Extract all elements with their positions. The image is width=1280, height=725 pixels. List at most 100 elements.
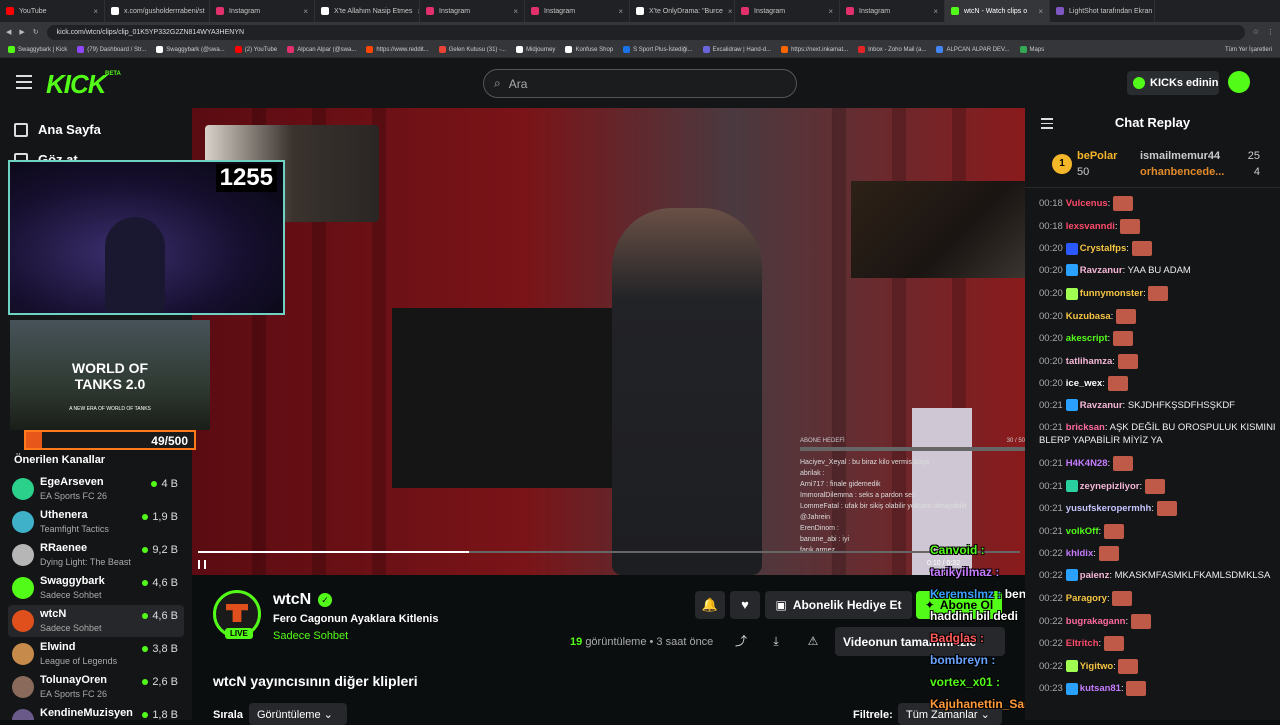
bookmark-item[interactable]: (2) YouTube [235, 46, 277, 53]
leaderboard-first-name[interactable]: bePolar [1077, 150, 1117, 162]
close-tab-icon[interactable]: × [93, 7, 98, 16]
forward-icon[interactable]: ▶ [19, 28, 24, 36]
browser-tab[interactable]: x.com/gusholderrrabeni/st× [105, 0, 210, 22]
search-input[interactable]: ⌕ Ara [483, 69, 797, 98]
browser-tab[interactable]: X'te Allahım Nasip Etmes× [315, 0, 420, 22]
extensions-icon[interactable]: ⋮ [1267, 28, 1274, 36]
pause-icon[interactable] [198, 560, 206, 569]
chat-username[interactable]: bugrakagann [1066, 616, 1126, 627]
chat-username[interactable]: Vulcenus [1066, 198, 1108, 209]
close-tab-icon[interactable]: × [303, 7, 308, 16]
chat-username[interactable]: ice_wex [1066, 378, 1102, 389]
bookmark-item[interactable]: Gelen Kutusu (31) -... [439, 46, 506, 53]
recommended-channel[interactable]: RRaeneeDying Light: The Beast9,2 B [8, 539, 184, 571]
game-advert: WORLD OF TANKS 2.0 A NEW ERA OF WORLD OF… [10, 320, 210, 430]
back-icon[interactable]: ◀ [6, 28, 11, 36]
close-tab-icon[interactable]: × [828, 7, 833, 16]
kick-logo[interactable]: KICK [46, 69, 106, 100]
download-icon[interactable]: ⤓ [768, 633, 784, 649]
close-tab-icon[interactable]: × [728, 7, 733, 16]
browser-tab[interactable]: Instagram× [840, 0, 945, 22]
browser-tab[interactable]: Instagram× [210, 0, 315, 22]
get-kicks-button[interactable]: KICKs edinin [1127, 71, 1219, 95]
sort-select[interactable]: Görüntüleme ⌄ [249, 703, 347, 725]
star-icon[interactable]: ☆ [1253, 28, 1259, 36]
chat-username[interactable]: volkOff [1066, 526, 1099, 537]
emote-icon [1116, 309, 1136, 324]
url-field[interactable]: kick.com/wtcn/clips/clip_01K5YP332G2ZN81… [47, 25, 1245, 40]
chat-username[interactable]: H4K4N28 [1066, 458, 1108, 469]
bookmark-item[interactable]: Alpcan Alpar (@swa... [287, 46, 356, 53]
address-bar: ◀ ▶ ↻ kick.com/wtcn/clips/clip_01K5YP332… [0, 22, 1280, 42]
close-tab-icon[interactable]: × [1038, 7, 1043, 16]
user-badge-icon [1066, 480, 1078, 492]
browser-tab[interactable]: wtcN - Watch clips o× [945, 0, 1050, 22]
bookmark-item[interactable]: Midjourney [516, 46, 555, 53]
bookmark-item[interactable]: S Sport Plus-İstediği... [623, 46, 692, 53]
bookmark-item[interactable]: (79) Dashboard / Str... [77, 46, 146, 53]
close-tab-icon[interactable]: × [513, 7, 518, 16]
leaderboard-third-name[interactable]: orhanbencede... [1140, 166, 1224, 178]
chat-username[interactable]: Paragory [1066, 593, 1107, 604]
chat-username[interactable]: Yigitwo [1080, 661, 1113, 672]
recommended-channel[interactable]: SwaggybarkSadece Sohbet4,6 B [8, 572, 184, 604]
user-avatar[interactable] [1228, 71, 1250, 93]
recommended-channel[interactable]: UtheneraTeamfight Tactics1,9 B [8, 506, 184, 538]
browser-tab[interactable]: LightShot tarafından Ekran× [1050, 0, 1155, 22]
browser-tab[interactable]: Instagram× [420, 0, 525, 22]
bookmark-item[interactable]: Swaggybark | Kick [8, 46, 67, 53]
notification-bell-button[interactable]: 🔔 [695, 591, 725, 619]
reload-icon[interactable]: ↻ [33, 28, 39, 36]
chat-username[interactable]: tatlihamza [1066, 356, 1112, 367]
chat-username[interactable]: paienz [1080, 570, 1110, 581]
channel-name[interactable]: wtcN [273, 591, 311, 609]
chat-username[interactable]: Kuzubasa [1066, 311, 1111, 322]
bookmark-item[interactable]: Maps [1020, 46, 1045, 53]
chat-username[interactable]: akescript [1066, 333, 1108, 344]
follow-button[interactable]: ♥ [730, 591, 760, 619]
chat-username[interactable]: bricksan [1066, 422, 1105, 433]
video-scrubber[interactable] [198, 551, 1020, 553]
recommended-channel[interactable]: wtcNSadece Sohbet4,6 B [8, 605, 184, 637]
report-icon[interactable]: ⚠ [805, 633, 821, 649]
recommended-channel[interactable]: TolunayOrenEA Sports FC 262,6 B [8, 671, 184, 703]
bookmark-item[interactable]: Excalidraw | Hand-d... [703, 46, 772, 53]
bookmark-item[interactable]: Swaggybark (@swa... [156, 46, 224, 53]
browser-tab[interactable]: YouTube× [0, 0, 105, 22]
chat-username[interactable]: kutsan81 [1080, 683, 1121, 694]
gift-subscription-button[interactable]: ▣ Abonelik Hediye Et [765, 591, 912, 619]
chat-username[interactable]: funnymonster [1080, 288, 1143, 299]
browser-tab[interactable]: Instagram× [525, 0, 630, 22]
bookmark-item[interactable]: https://www.reddit... [366, 46, 428, 53]
chat-username[interactable]: khldix [1066, 548, 1093, 559]
leaderboard-second-name[interactable]: ismailmemur44 [1140, 150, 1220, 162]
bookmark-item[interactable]: https://next.inkamat... [781, 46, 848, 53]
bookmark-label: (2) YouTube [245, 47, 277, 53]
sidebar-item-home[interactable]: Ana Sayfa [14, 122, 101, 137]
chat-message: 00:21zeynepizliyor: [1039, 479, 1279, 494]
chat-username[interactable]: yusufskeropermhh [1066, 503, 1152, 514]
clip-category[interactable]: Sadece Sohbet [273, 630, 348, 642]
chat-username[interactable]: zeynepizliyor [1080, 481, 1140, 492]
all-bookmarks-button[interactable]: Tüm Yer İşaretleri [1225, 47, 1272, 53]
recommended-channel[interactable]: EgeArsevenEA Sports FC 264 B [8, 473, 184, 505]
chat-username[interactable]: Crystalfps [1080, 243, 1126, 254]
share-icon[interactable]: ⤴ [733, 633, 749, 649]
chat-username[interactable]: Ravzanur [1080, 265, 1123, 276]
chat-username[interactable]: Eltritch [1066, 638, 1099, 649]
user-badge-icon [1066, 683, 1078, 695]
bookmark-item[interactable]: Konfuse Shop [565, 46, 613, 53]
browser-tab[interactable]: Instagram× [735, 0, 840, 22]
close-tab-icon[interactable]: × [933, 7, 938, 16]
recommended-channel[interactable]: ElwindLeague of Legends3,8 B [8, 638, 184, 670]
close-tab-icon[interactable]: × [618, 7, 623, 16]
bookmark-item[interactable]: ALPCAN ALPAR DEV... [936, 46, 1009, 53]
menu-icon[interactable] [16, 75, 32, 89]
bookmark-item[interactable]: Inbox - Zoho Mail (a... [858, 46, 926, 53]
chat-username[interactable]: lexsvanndi [1066, 221, 1115, 232]
browser-tab[interactable]: X'te OnlyDrama: "Burce× [630, 0, 735, 22]
chat-username[interactable]: Ravzanur [1080, 400, 1123, 411]
chat-timestamp: 00:21 [1039, 503, 1063, 514]
recommended-channel[interactable]: KendineMuzisyen1,8 B [8, 704, 184, 720]
chat-message-list[interactable]: 00:18Vulcenus: 00:18lexsvanndi: 00:20Cry… [1025, 196, 1280, 720]
